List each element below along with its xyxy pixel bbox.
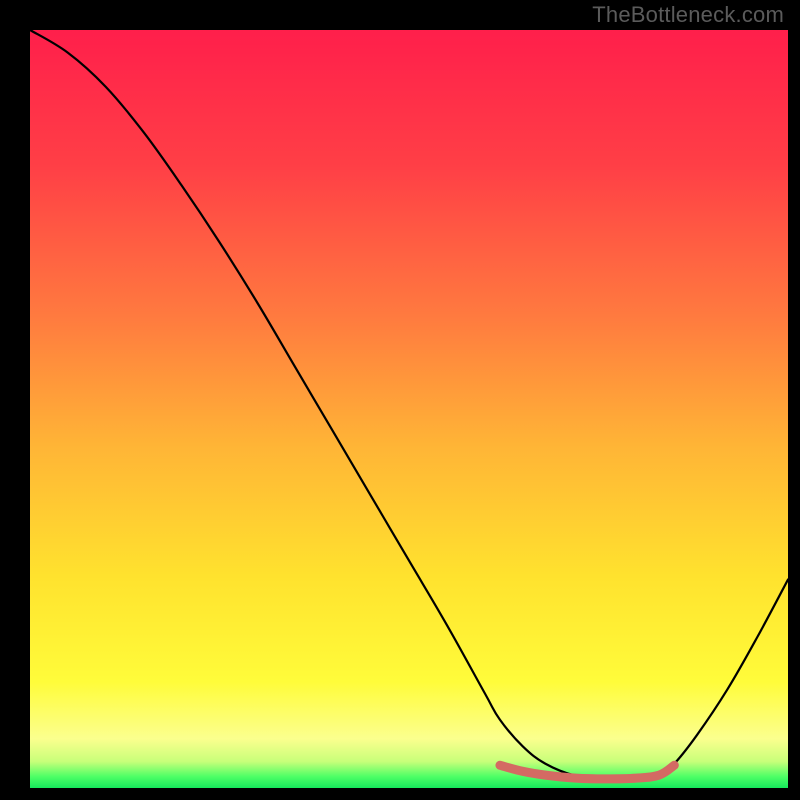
plot-background [30, 30, 788, 788]
bottleneck-chart: TheBottleneck.com [0, 0, 800, 800]
chart-canvas [0, 0, 800, 800]
attribution-label: TheBottleneck.com [592, 2, 784, 28]
